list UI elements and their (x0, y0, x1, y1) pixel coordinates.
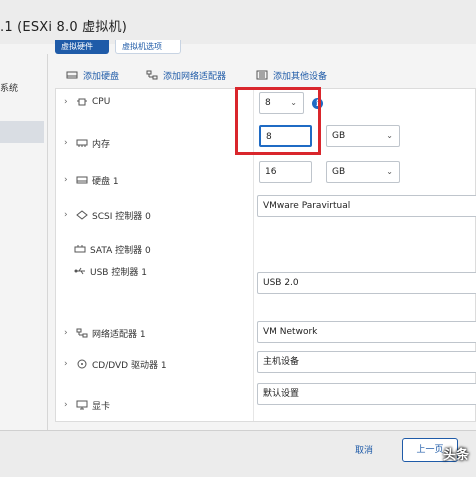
video-row-label[interactable]: › 显卡 (64, 398, 110, 412)
dialog-title: .1 (ESXi 8.0 虚拟机) (0, 20, 128, 35)
memory-unit-select[interactable]: GB ⌄ (326, 125, 400, 147)
network-adapter-icon (76, 328, 88, 338)
memory-label: 内存 (92, 139, 111, 150)
dialog-footer: 取消 上一页 (0, 430, 476, 477)
hard-disk-icon (66, 70, 78, 80)
scsi-type-field[interactable]: VMware Paravirtual (257, 195, 476, 217)
nav-item-selected[interactable] (0, 121, 44, 143)
add-other-device-label: 添加其他设备 (273, 71, 328, 82)
memory-unit-value: GB (332, 131, 346, 141)
scsi-label: SCSI 控制器 0 (92, 211, 151, 222)
nav-item-system[interactable]: 系统 (0, 78, 44, 100)
dialog-titlebar: .1 (ESXi 8.0 虚拟机) (0, 0, 476, 44)
cdrom-device-field[interactable]: 主机设备 (257, 351, 476, 373)
controller-icon (76, 210, 88, 220)
cpu-row-label[interactable]: › CPU (64, 95, 110, 109)
disk-unit-select[interactable]: GB ⌄ (326, 161, 400, 183)
add-disk-label: 添加硬盘 (83, 71, 120, 82)
usb-icon (74, 266, 86, 276)
cpu-icon (76, 97, 88, 107)
network-adapter-icon (146, 70, 158, 80)
monitor-icon (76, 400, 88, 410)
disk-unit-value: GB (332, 167, 346, 177)
video-label: 显卡 (92, 401, 111, 412)
usb-label: USB 控制器 1 (90, 267, 147, 278)
annotation-highlight-box (235, 87, 321, 155)
chevron-right-icon: › (64, 97, 68, 107)
cdrom-label: CD/DVD 驱动器 1 (92, 360, 167, 371)
hard-disk-icon (76, 175, 88, 185)
sata-icon (74, 244, 86, 254)
sata-row-label: SATA 控制器 0 (74, 242, 151, 256)
chevron-right-icon: › (64, 175, 68, 185)
chevron-right-icon: › (64, 138, 68, 148)
usb-row-label: USB 控制器 1 (74, 264, 147, 278)
chevron-down-icon: ⌄ (386, 167, 393, 176)
sata-label: SATA 控制器 0 (90, 245, 151, 256)
nic-row-label[interactable]: › 网络适配器 1 (64, 326, 146, 340)
vm-edit-dialog: .1 (ESXi 8.0 虚拟机) 虚拟硬件 虚拟机选项 系统 添加硬盘 添加网… (0, 0, 476, 477)
cpu-label: CPU (92, 97, 111, 107)
disk-size-input[interactable]: 16 (259, 161, 312, 183)
usb-version-field[interactable]: USB 2.0 (257, 272, 476, 294)
memory-row-label[interactable]: › 内存 (64, 136, 110, 150)
chevron-right-icon: › (64, 359, 68, 369)
chevron-right-icon: › (64, 328, 68, 338)
nic-network-field[interactable]: VM Network (257, 321, 476, 343)
scsi-row-label[interactable]: › SCSI 控制器 0 (64, 208, 151, 222)
cdrom-row-label[interactable]: › CD/DVD 驱动器 1 (64, 357, 167, 371)
add-other-device-button[interactable]: 添加其他设备 (256, 68, 327, 82)
cd-dvd-icon (76, 359, 88, 369)
disk-row-label[interactable]: › 硬盘 1 (64, 173, 119, 187)
cancel-button[interactable]: 取消 (355, 443, 373, 456)
tab-virtual-hardware[interactable]: 虚拟硬件 (55, 40, 109, 54)
memory-icon (76, 138, 88, 148)
device-icon (256, 70, 268, 80)
add-disk-button[interactable]: 添加硬盘 (66, 68, 119, 82)
disk-label: 硬盘 1 (92, 176, 119, 187)
tab-vm-options[interactable]: 虚拟机选项 (115, 40, 181, 54)
chevron-right-icon: › (64, 210, 68, 220)
nic-label: 网络适配器 1 (92, 329, 146, 340)
add-nic-label: 添加网络适配器 (163, 71, 227, 82)
video-settings-field[interactable]: 默认设置 (257, 383, 476, 405)
chevron-right-icon: › (64, 400, 68, 410)
watermark-text: 头条 (443, 448, 470, 463)
wizard-steps-nav: 系统 (0, 54, 48, 434)
chevron-down-icon: ⌄ (386, 131, 393, 140)
add-nic-button[interactable]: 添加网络适配器 (146, 68, 226, 82)
